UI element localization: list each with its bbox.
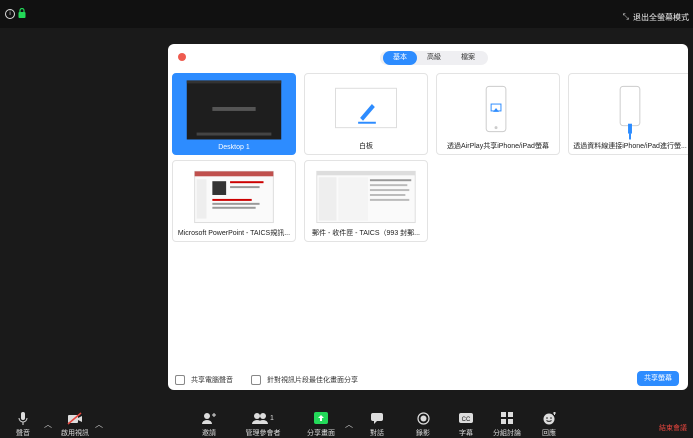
share-screen-label: 分享畫面: [307, 430, 335, 437]
powerpoint-thumbnail: [194, 170, 274, 224]
exit-fullscreen-button[interactable]: ⤡ 退出全螢幕模式: [623, 10, 689, 24]
captions-button[interactable]: CC 字幕: [449, 412, 483, 438]
breakout-rooms-icon: [501, 412, 513, 424]
exit-fullscreen-icon: ⤡: [622, 12, 629, 21]
participants-label: 管理參會者: [245, 430, 281, 437]
optimize-video-checkbox[interactable]: [251, 375, 261, 385]
share-screen-icon: [314, 412, 328, 424]
reactions-button[interactable]: 回應: [532, 412, 566, 438]
share-tile-whiteboard[interactable]: 白板: [304, 73, 428, 155]
share-tabs: 基本 高級 檔案: [380, 51, 488, 65]
info-icon[interactable]: i: [5, 9, 15, 19]
optimize-video-label: 針對視訊片段最佳化畫面分享: [267, 377, 358, 384]
share-options-caret[interactable]: ︿: [345, 419, 353, 430]
record-button[interactable]: 錄影: [406, 412, 440, 438]
meeting-toolbar: 聲音 ︿ 啟用視訊 ︿ 邀請 1 管理參會者 分享畫面 ︿ 對話 錄影 CC 字…: [0, 402, 693, 438]
participants-button[interactable]: 1 管理參會者: [245, 412, 281, 438]
tab-files[interactable]: 檔案: [451, 51, 485, 65]
smiley-icon: [543, 412, 556, 425]
tile-label: 郵件 - 收件匣 - TAICS（993 封郵...: [312, 230, 420, 237]
share-sound-checkbox[interactable]: [175, 375, 185, 385]
captions-label: 字幕: [459, 430, 473, 437]
invite-button[interactable]: 邀請: [192, 412, 226, 438]
reactions-label: 回應: [542, 430, 556, 437]
tile-label: Desktop 1: [218, 144, 250, 151]
invite-label: 邀請: [202, 430, 216, 437]
share-button[interactable]: 共享螢幕: [637, 371, 679, 386]
video-button[interactable]: 啟用視訊: [58, 412, 92, 438]
tile-label: Microsoft PowerPoint - TAICS規訊...: [177, 230, 291, 237]
iphone-airplay-icon: [485, 85, 507, 133]
microphone-icon: [18, 412, 28, 425]
end-meeting-button[interactable]: 結束會議: [659, 423, 687, 433]
share-screen-dialog: 基本 高級 檔案 Desktop 1 白板 透過AirPlay共享iPhone/…: [168, 44, 688, 390]
iphone-cable-icon: [619, 85, 641, 140]
video-options-caret[interactable]: ︿: [95, 419, 103, 430]
desktop-thumbnail: [186, 80, 282, 140]
add-person-icon: [202, 413, 216, 424]
tile-label: 透過AirPlay共享iPhone/iPad螢幕: [447, 143, 549, 150]
top-bar: i ⤡ 退出全螢幕模式: [0, 0, 693, 28]
record-label: 錄影: [416, 430, 430, 437]
record-icon: [416, 412, 430, 425]
tile-label: 白板: [359, 143, 373, 150]
share-sound-label: 共享電腦聲音: [191, 377, 233, 384]
share-options: 共享電腦聲音 針對視訊片段最佳化畫面分享: [175, 375, 358, 385]
participants-count: 1: [270, 415, 274, 422]
share-tile-desktop[interactable]: Desktop 1: [172, 73, 296, 155]
chat-button[interactable]: 對話: [360, 412, 394, 438]
audio-label: 聲音: [16, 430, 30, 437]
video-label: 啟用視訊: [61, 430, 89, 437]
audio-options-caret[interactable]: ︿: [44, 419, 52, 430]
video-off-icon: [67, 412, 82, 425]
breakout-label: 分組討論: [493, 430, 521, 437]
whiteboard-icon: [335, 87, 397, 129]
tile-label: 透過資料線連接iPhone/iPad進行螢...: [573, 143, 687, 150]
audio-button[interactable]: 聲音: [6, 412, 40, 438]
mail-thumbnail: [316, 170, 416, 224]
chat-label: 對話: [370, 430, 384, 437]
share-tile-cable[interactable]: 透過資料線連接iPhone/iPad進行螢...: [568, 73, 688, 155]
breakout-button[interactable]: 分組討論: [490, 412, 524, 438]
tab-advanced[interactable]: 高級: [417, 51, 451, 65]
svg-text:CC: CC: [462, 417, 471, 423]
chat-icon: [371, 413, 383, 424]
share-screen-button[interactable]: 分享畫面: [304, 412, 338, 438]
cc-icon: CC: [459, 413, 473, 423]
participants-icon: [252, 413, 269, 424]
close-icon[interactable]: [178, 53, 186, 61]
exit-fullscreen-label: 退出全螢幕模式: [633, 12, 689, 22]
share-tile-powerpoint[interactable]: Microsoft PowerPoint - TAICS規訊...: [172, 160, 296, 242]
share-tile-airplay[interactable]: 透過AirPlay共享iPhone/iPad螢幕: [436, 73, 560, 155]
share-tile-mail[interactable]: 郵件 - 收件匣 - TAICS（993 封郵...: [304, 160, 428, 242]
lock-icon[interactable]: [18, 8, 26, 18]
tab-basic[interactable]: 基本: [383, 51, 417, 65]
